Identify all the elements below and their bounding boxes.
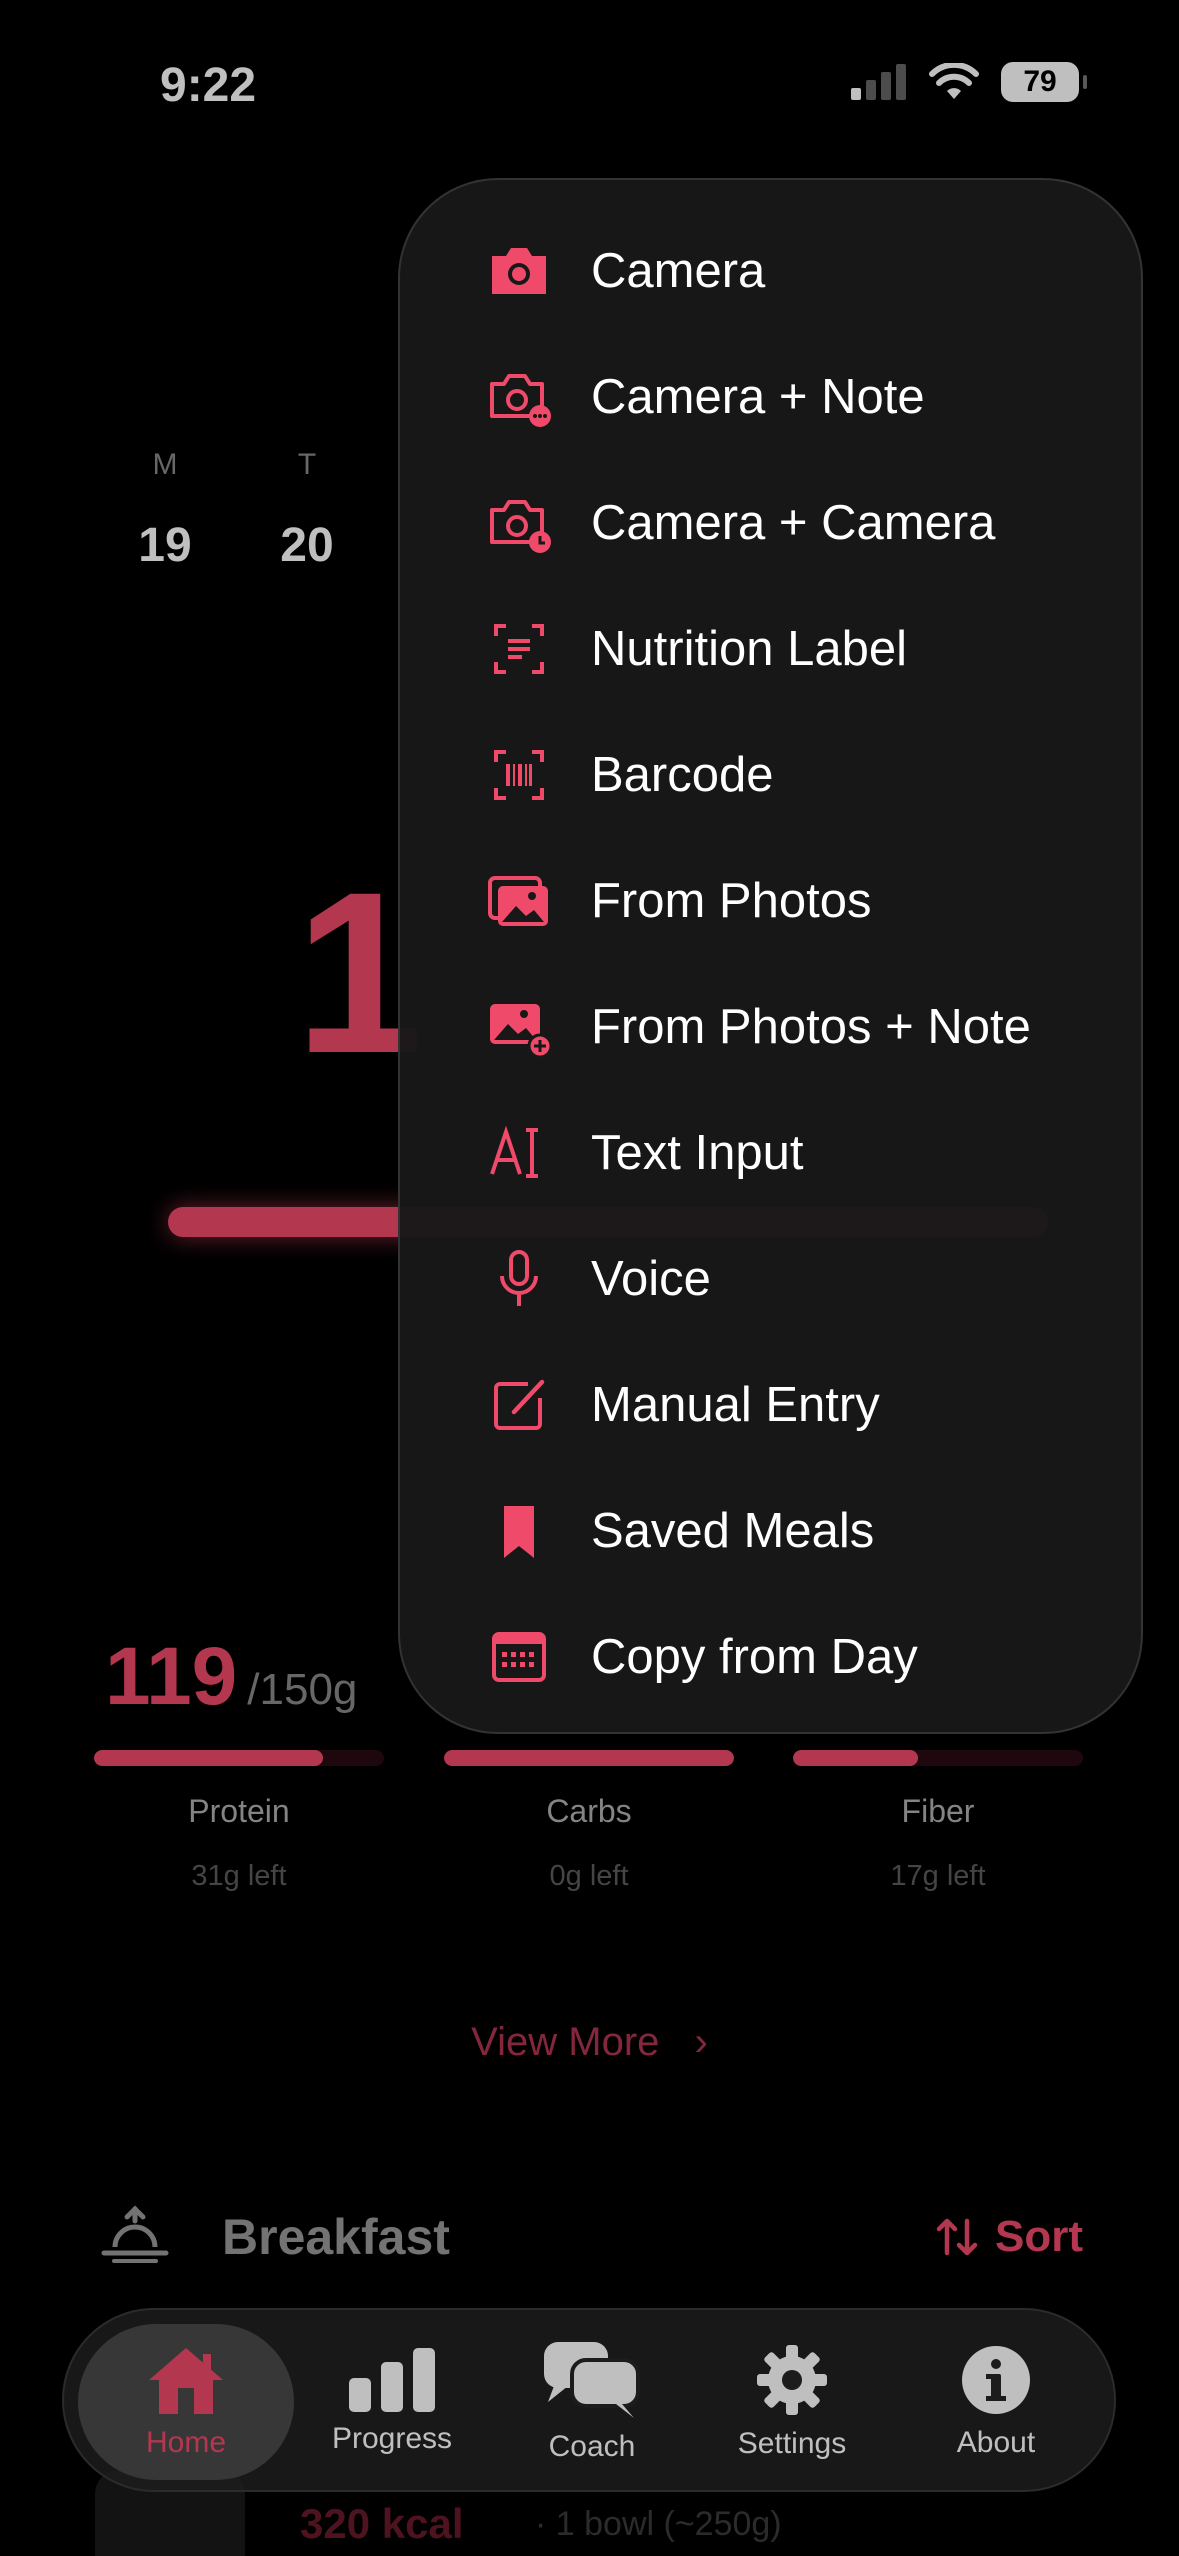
protein-target: /150g <box>247 1665 358 1714</box>
day-tuesday[interactable]: T 20 <box>267 448 347 573</box>
protein-bar-fill <box>94 1750 324 1766</box>
sort-button[interactable]: Sort <box>935 2212 1083 2262</box>
day-number: 20 <box>280 519 334 572</box>
menu-item-copy-from-day[interactable]: Copy from Day <box>400 1594 1141 1720</box>
tab-progress[interactable]: Progress <box>284 2324 500 2480</box>
day-letter: M <box>152 448 178 481</box>
carbs-bar <box>444 1750 734 1766</box>
microphone-icon <box>500 1250 538 1306</box>
menu-item-from-photos-note[interactable]: From Photos + Note <box>400 964 1141 1090</box>
calendar-icon <box>492 1632 546 1682</box>
carbs-left: 0g left <box>549 1860 629 1892</box>
tab-bar: Home Progress Coach Settings About <box>62 2308 1116 2492</box>
camera-note-icon <box>490 374 551 427</box>
menu-item-manual-entry[interactable]: Manual Entry <box>400 1342 1141 1468</box>
menu-item-label: Nutrition Label <box>591 622 907 676</box>
menu-item-camera[interactable]: Camera <box>400 208 1141 334</box>
gear-icon <box>757 2345 827 2415</box>
menu-item-label: Copy from Day <box>591 1630 918 1684</box>
menu-item-label: Voice <box>591 1252 711 1306</box>
day-monday[interactable]: M 19 <box>125 448 205 573</box>
status-icons: 79 <box>851 62 1087 102</box>
sort-label: Sort <box>995 2212 1083 2261</box>
menu-item-camera-note[interactable]: Camera + Note <box>400 334 1141 460</box>
view-more-link[interactable]: View More › <box>0 2020 1179 2065</box>
tab-label: Progress <box>331 2422 453 2455</box>
day-letter: T <box>297 448 317 481</box>
chevron-right-icon: › <box>694 2020 708 2064</box>
tab-home[interactable]: Home <box>78 2324 294 2480</box>
protein-label: Protein <box>188 1793 290 1829</box>
sort-icon <box>936 2218 978 2256</box>
meal-title: Breakfast <box>222 2209 450 2265</box>
menu-item-voice[interactable]: Voice <box>400 1216 1141 1342</box>
view-more-label: View More <box>471 2020 660 2064</box>
camera-camera-icon <box>490 500 551 553</box>
home-icon <box>149 2348 223 2414</box>
protein-value: 119 /150g <box>105 1630 357 1724</box>
menu-item-label: Camera + Note <box>591 370 925 424</box>
status-time: 9:22 <box>160 59 257 112</box>
protein-left: 31g left <box>191 1860 287 1892</box>
text-input-icon <box>490 1125 538 1178</box>
tab-label: About <box>956 2426 1036 2459</box>
food-kcal: 320 kcal <box>300 2500 464 2547</box>
menu-item-label: Camera + Camera <box>591 496 996 550</box>
bookmark-icon <box>504 1506 534 1558</box>
menu-item-nutrition-label[interactable]: Nutrition Label <box>400 586 1141 712</box>
add-food-menu: Camera Camera + Note Camera + Camera Nut… <box>398 178 1143 1734</box>
day-number: 19 <box>138 519 192 572</box>
fiber-label: Fiber <box>901 1793 975 1829</box>
menu-item-label: Saved Meals <box>591 1504 875 1558</box>
tab-coach[interactable]: Coach <box>484 2324 700 2480</box>
battery-indicator: 79 <box>1001 62 1087 102</box>
menu-item-barcode[interactable]: Barcode <box>400 712 1141 838</box>
photos-note-icon <box>490 1004 553 1059</box>
label-scan-icon <box>494 624 544 674</box>
carbs-label: Carbs <box>546 1793 632 1829</box>
wifi-icon <box>929 63 979 99</box>
fiber-left: 17g left <box>890 1860 986 1892</box>
protein-bar <box>94 1750 384 1766</box>
tab-label: Settings <box>737 2427 847 2460</box>
info-icon <box>962 2346 1030 2414</box>
food-portion: · 1 bowl (~250g) <box>535 2505 782 2543</box>
menu-item-label: From Photos + Note <box>591 1000 1031 1054</box>
menu-item-label: Camera <box>591 244 766 298</box>
tab-about[interactable]: About <box>888 2324 1104 2480</box>
bar-chart-icon <box>349 2348 435 2412</box>
tab-settings[interactable]: Settings <box>684 2324 900 2480</box>
photos-icon <box>488 876 548 926</box>
barcode-icon <box>494 750 544 800</box>
menu-item-label: From Photos <box>591 874 872 928</box>
chat-bubbles-icon <box>544 2342 640 2418</box>
edit-icon <box>494 1379 545 1430</box>
menu-item-label: Manual Entry <box>591 1378 880 1432</box>
menu-item-label: Text Input <box>591 1126 804 1180</box>
tab-label: Coach <box>548 2430 636 2463</box>
menu-item-saved-meals[interactable]: Saved Meals <box>400 1468 1141 1594</box>
fiber-bar <box>793 1750 1083 1766</box>
menu-item-camera-camera[interactable]: Camera + Camera <box>400 460 1141 586</box>
fiber-bar-fill <box>793 1750 918 1766</box>
camera-icon <box>492 248 546 294</box>
sunrise-icon <box>101 2205 169 2263</box>
menu-item-from-photos[interactable]: From Photos <box>400 838 1141 964</box>
tab-label: Home <box>145 2426 227 2459</box>
menu-item-text-input[interactable]: Text Input <box>400 1090 1141 1216</box>
protein-amount: 119 <box>105 1631 238 1722</box>
menu-item-label: Barcode <box>591 748 774 802</box>
signal-icon <box>851 64 906 100</box>
carbs-bar-fill <box>444 1750 734 1766</box>
